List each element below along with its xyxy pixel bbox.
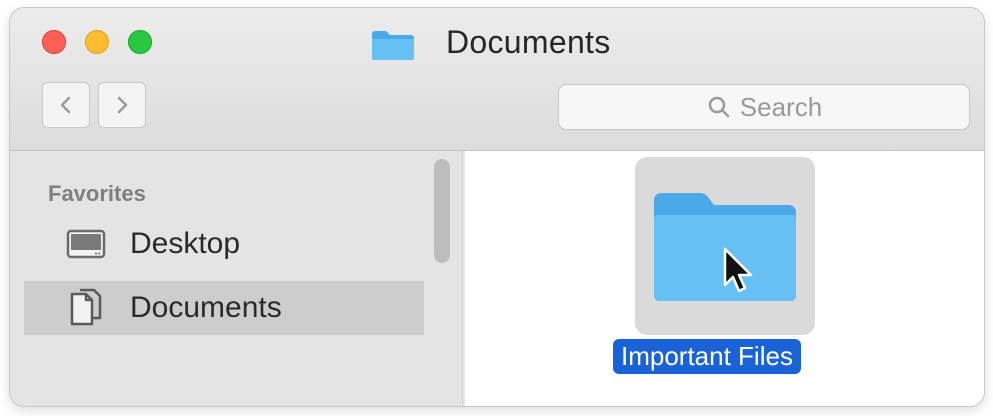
close-button[interactable] [42, 30, 66, 54]
file-item-important-files[interactable] [635, 157, 815, 335]
file-browser-area[interactable]: Important Files [465, 151, 984, 406]
maximize-button[interactable] [128, 30, 152, 54]
file-item-label[interactable]: Important Files [613, 339, 801, 374]
sidebar-item-documents[interactable]: Documents [24, 281, 424, 335]
sidebar-scrollbar[interactable] [434, 159, 450, 263]
sidebar-heading-favorites: Favorites [48, 181, 146, 206]
sidebar: Favorites Desktop Documents [10, 151, 463, 406]
finder-window: Documents Search Favorites Desktop Docum… [10, 8, 984, 406]
documents-icon [66, 288, 106, 326]
minimize-button[interactable] [85, 30, 109, 54]
chevron-right-icon [117, 96, 128, 114]
back-button[interactable] [42, 82, 90, 128]
desktop-icon [66, 226, 106, 262]
mouse-cursor-icon [723, 247, 753, 293]
title-bar[interactable]: Documents Search [10, 8, 984, 151]
forward-button[interactable] [98, 82, 146, 128]
folder-icon [372, 31, 414, 60]
sidebar-item-desktop[interactable]: Desktop [24, 217, 424, 271]
search-field[interactable]: Search [558, 84, 970, 130]
search-placeholder: Search [739, 91, 823, 122]
sidebar-item-label: Documents [130, 291, 282, 324]
window-title: Documents [446, 24, 611, 60]
search-icon [708, 96, 730, 118]
chevron-left-icon [60, 96, 71, 114]
sidebar-item-label: Desktop [130, 227, 241, 260]
